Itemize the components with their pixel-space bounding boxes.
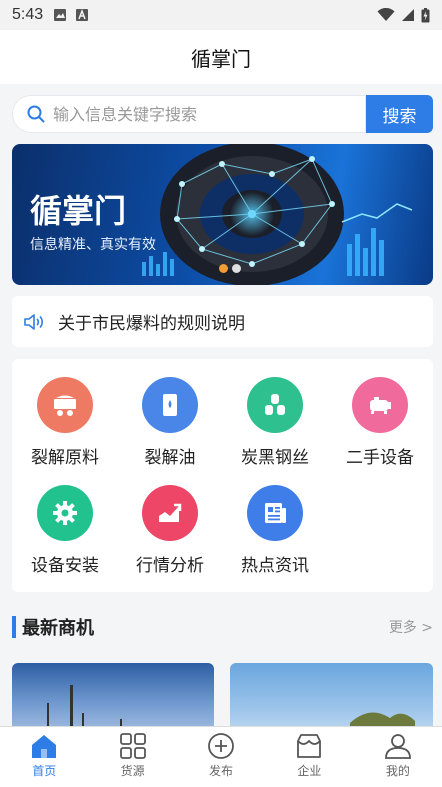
wifi-icon [377,8,395,21]
carousel-dot-active[interactable] [219,264,228,273]
notice-bar[interactable]: 关于市民爆料的规则说明 [12,296,433,347]
business-card-image[interactable] [230,663,433,728]
tab-label: 货源 [120,764,145,778]
app-header: 循掌门 [0,30,442,84]
gear-icon [53,501,77,525]
category-label: 热点资讯 [241,556,309,576]
category-item-carbon-wire[interactable]: 炭黑钢丝 [222,377,328,468]
business-card-image[interactable] [12,663,214,728]
news-icon [265,503,286,523]
category-label: 设备安装 [31,556,99,576]
trend-chart-icon [159,503,182,522]
tab-enterprise[interactable]: 企业 [265,727,353,787]
tree-sky-image [350,712,415,728]
search-field[interactable] [12,95,366,133]
category-label: 裂解油 [144,448,196,468]
section-title: 最新商机 [22,618,94,639]
tab-supply[interactable]: 货源 [88,727,176,787]
banner-subtitle: 信息精准、真实有效 [30,237,156,253]
carousel-indicator [219,264,241,273]
search-icon [27,105,45,123]
cart-icon [54,395,76,416]
home-icon [32,735,57,758]
user-icon [384,734,411,759]
category-item-crack-material[interactable]: 裂解原料 [12,377,118,468]
power-poles-image [47,685,122,728]
category-item-used-equipment[interactable]: 二手设备 [327,377,433,468]
status-bar: 5:43 [0,0,442,30]
battery-icon [421,7,430,22]
banner-title: 循掌门 [30,192,127,230]
app-notification-icon [76,8,89,21]
bottom-tab-bar: 首页 货源 发布 企业 我的 [0,726,442,787]
tab-label: 我的 [385,764,410,778]
category-grid: 裂解原料 裂解油 炭黑钢丝 二手设备 设备安装 行情分析 热点资讯 [12,359,433,592]
more-link[interactable]: 更多 > [389,617,433,637]
search-bar: 搜索 [12,95,433,133]
carousel-dot[interactable] [232,264,241,273]
search-input[interactable] [53,104,343,124]
image-notification-icon [54,9,67,21]
category-item-equipment-install[interactable]: 设备安装 [12,485,118,576]
grid-icon [119,733,146,759]
tab-label: 首页 [32,764,57,778]
category-item-market-analysis[interactable]: 行情分析 [117,485,223,576]
category-item-hot-news[interactable]: 热点资讯 [222,485,328,576]
category-label: 二手设备 [346,448,414,468]
oil-barrel-icon [163,394,177,416]
category-label: 行情分析 [136,556,204,576]
section-header: 最新商机 更多 > [12,613,433,641]
banner-carousel[interactable]: 循掌门 信息精准、真实有效 [12,144,433,285]
shop-icon [297,734,322,758]
notice-text: 关于市民爆料的规则说明 [58,314,245,334]
search-button[interactable]: 搜索 [366,95,433,133]
speaker-icon [24,313,43,330]
signal-icon [402,9,414,21]
tab-label: 发布 [209,764,234,778]
machine-icon [370,397,391,414]
category-item-crack-oil[interactable]: 裂解油 [117,377,223,468]
section-accent-bar [12,616,16,638]
category-label: 裂解原料 [31,448,99,468]
tab-home[interactable]: 首页 [0,727,88,787]
wire-coils-icon [265,394,285,415]
page-title: 循掌门 [191,46,251,71]
tab-label: 企业 [297,764,322,778]
tab-publish[interactable]: 发布 [177,727,265,787]
tab-mine[interactable]: 我的 [354,727,442,787]
status-time: 5:43 [12,6,44,23]
plus-circle-icon [208,733,234,759]
category-label: 炭黑钢丝 [241,448,309,468]
